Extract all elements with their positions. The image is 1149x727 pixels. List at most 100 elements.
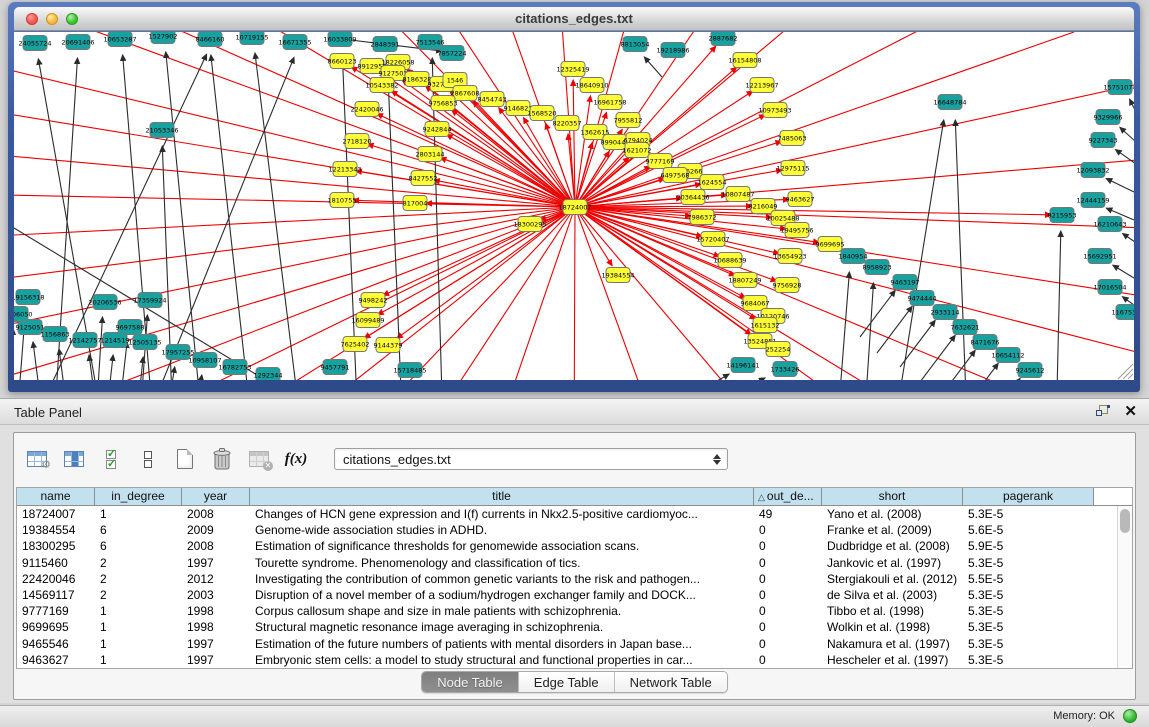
graph-node[interactable]: 9777169	[646, 154, 675, 169]
graph-node[interactable]: 8215953	[1048, 208, 1077, 223]
select-columns-button[interactable]	[98, 446, 124, 472]
graph-node[interactable]: 16671355	[278, 35, 311, 50]
float-panel-icon[interactable]	[1096, 405, 1110, 418]
graph-node[interactable]: 15720407	[696, 232, 729, 247]
graph-node[interactable]: 9242844	[423, 122, 452, 137]
graph-node[interactable]: 17359924	[133, 293, 166, 308]
graph-node[interactable]: 1156863	[41, 327, 70, 342]
graph-node[interactable]: 9227343	[1089, 133, 1118, 148]
column-header-in_degree[interactable]: in_degree	[95, 488, 182, 505]
table-row[interactable]: 2242004622012Investigating the contribut…	[17, 571, 1132, 587]
table-row[interactable]: 911546021997Tourette syndrome. Phenomeno…	[17, 555, 1132, 571]
graph-node[interactable]: 20206536	[88, 295, 121, 310]
table-row[interactable]: 1456911722003Disruption of a novel membe…	[17, 587, 1132, 603]
graph-node[interactable]: 14196141	[726, 358, 759, 373]
canvas-resize-grip[interactable]	[1118, 364, 1133, 379]
delete-rows-button[interactable]	[209, 446, 235, 472]
graph-node[interactable]: 13654923	[773, 249, 806, 264]
vertical-scrollbar[interactable]	[1117, 506, 1132, 668]
graph-node[interactable]: 9329966	[1094, 110, 1123, 125]
graph-node[interactable]: 24055724	[18, 36, 51, 51]
graph-node[interactable]: 19218986	[656, 43, 689, 58]
graph-node[interactable]: 10543382	[365, 78, 398, 93]
table-row[interactable]: 977716911998Corpus callosum shape and si…	[17, 603, 1132, 619]
graph-node[interactable]: 19156318	[14, 290, 45, 305]
graph-node[interactable]: 15751074	[1103, 80, 1134, 95]
graph-node[interactable]: 9498242	[359, 293, 388, 308]
memory-ok-icon[interactable]	[1123, 709, 1137, 723]
graph-hub-node[interactable]: 18724007	[558, 200, 591, 215]
graph-node[interactable]: 9756928	[773, 278, 802, 293]
graph-node[interactable]: 2803144	[416, 147, 445, 162]
graph-node[interactable]: 21053346	[145, 123, 178, 138]
graph-node[interactable]: 8466160	[196, 32, 225, 47]
graph-node[interactable]: 9756853	[429, 96, 458, 111]
graph-node[interactable]: 1624554	[698, 175, 727, 190]
graph-node[interactable]: 7632621	[951, 320, 980, 335]
graph-node[interactable]: 7857224	[438, 46, 467, 61]
graph-node[interactable]: 15718485	[393, 363, 426, 378]
graph-node[interactable]: 2933114	[931, 305, 960, 320]
graph-node[interactable]: 12325419	[556, 62, 589, 77]
graph-node[interactable]: 9463197	[891, 275, 920, 290]
graph-node[interactable]: 1615132	[751, 318, 780, 333]
graph-node[interactable]: 8471676	[971, 335, 1000, 350]
graph-node[interactable]: 1840954	[839, 249, 868, 264]
graph-node[interactable]: 10688639	[713, 253, 746, 268]
table-row[interactable]: 1872400712008Changes of HCN gene express…	[17, 506, 1132, 522]
graph-node[interactable]: 9245612	[1016, 363, 1045, 378]
function-builder-button[interactable]: f(x)	[283, 446, 309, 472]
graph-node[interactable]: 19495756	[780, 223, 813, 238]
table-options-button[interactable]: ⚙	[24, 446, 50, 472]
scrollbar-thumb[interactable]	[1120, 509, 1130, 533]
column-header-title[interactable]: title	[250, 488, 754, 505]
graph-node[interactable]: 12505135	[128, 335, 161, 350]
network-view-canvas[interactable]: 8660123891295518226058912750310543382818…	[14, 32, 1134, 380]
table-row[interactable]: 969969511998Structural magnetic resonanc…	[17, 619, 1132, 635]
graph-node[interactable]: 12213343	[328, 162, 361, 177]
row-height-button[interactable]	[135, 446, 161, 472]
graph-node[interactable]: 9463627	[786, 192, 815, 207]
graph-node[interactable]: 22420046	[350, 102, 383, 117]
graph-node[interactable]: 18640910	[575, 78, 608, 93]
graph-node[interactable]: 12093832	[1076, 163, 1109, 178]
column-header-pagerank[interactable]: pagerank	[963, 488, 1094, 505]
graph-node[interactable]: 17016504	[1093, 280, 1126, 295]
graph-node[interactable]: 9457791	[321, 360, 350, 375]
graph-node[interactable]: 12444159	[1076, 193, 1109, 208]
graph-node[interactable]: 11675334	[1111, 305, 1134, 320]
graph-node[interactable]: 2718120	[343, 134, 372, 149]
graph-node[interactable]: 19384554	[601, 268, 634, 283]
graph-node[interactable]: 20691406	[61, 35, 94, 50]
graph-node[interactable]: 6497568	[661, 168, 690, 183]
graph-node[interactable]: 16648784	[933, 95, 966, 110]
graph-node[interactable]: 7485063	[778, 131, 807, 146]
graph-node[interactable]: 2848391	[371, 37, 400, 52]
graph-node[interactable]: 10958107	[188, 353, 221, 368]
graph-node[interactable]: 10807487	[721, 187, 754, 202]
new-table-button[interactable]	[172, 446, 198, 472]
graph-node[interactable]: 16099489	[351, 313, 384, 328]
graph-node[interactable]: 10653287	[103, 32, 136, 47]
table-row[interactable]: 1938455462009Genome-wide association stu…	[17, 522, 1132, 538]
graph-node[interactable]: 1568520	[528, 106, 557, 121]
graph-node[interactable]: 7986372	[688, 210, 717, 225]
graph-node[interactable]: 10973493	[758, 103, 791, 118]
graph-node[interactable]: 18300295	[513, 217, 546, 232]
table-row[interactable]: 1830029562008Estimation of significance …	[17, 538, 1132, 554]
graph-node[interactable]: 1733426	[771, 362, 800, 377]
window-titlebar[interactable]: citations_edges.txt	[14, 7, 1134, 31]
column-header-year[interactable]: year	[182, 488, 250, 505]
graph-node[interactable]: 15692951	[1083, 249, 1116, 264]
graph-node[interactable]: 2887682	[709, 32, 738, 46]
graph-node[interactable]: 1214519	[101, 333, 130, 348]
graph-node[interactable]: 1527902	[149, 32, 178, 44]
graph-node[interactable]: 8813054	[621, 37, 650, 52]
graph-node[interactable]: 12213967	[745, 78, 778, 93]
graph-node[interactable]: 16961758	[593, 95, 626, 110]
graph-node[interactable]: 12975115	[776, 161, 809, 176]
graph-node[interactable]: 8220357	[553, 116, 582, 131]
graph-node[interactable]: 1621072	[623, 143, 652, 158]
graph-node[interactable]: 252254	[766, 342, 791, 357]
show-columns-button[interactable]	[61, 446, 87, 472]
